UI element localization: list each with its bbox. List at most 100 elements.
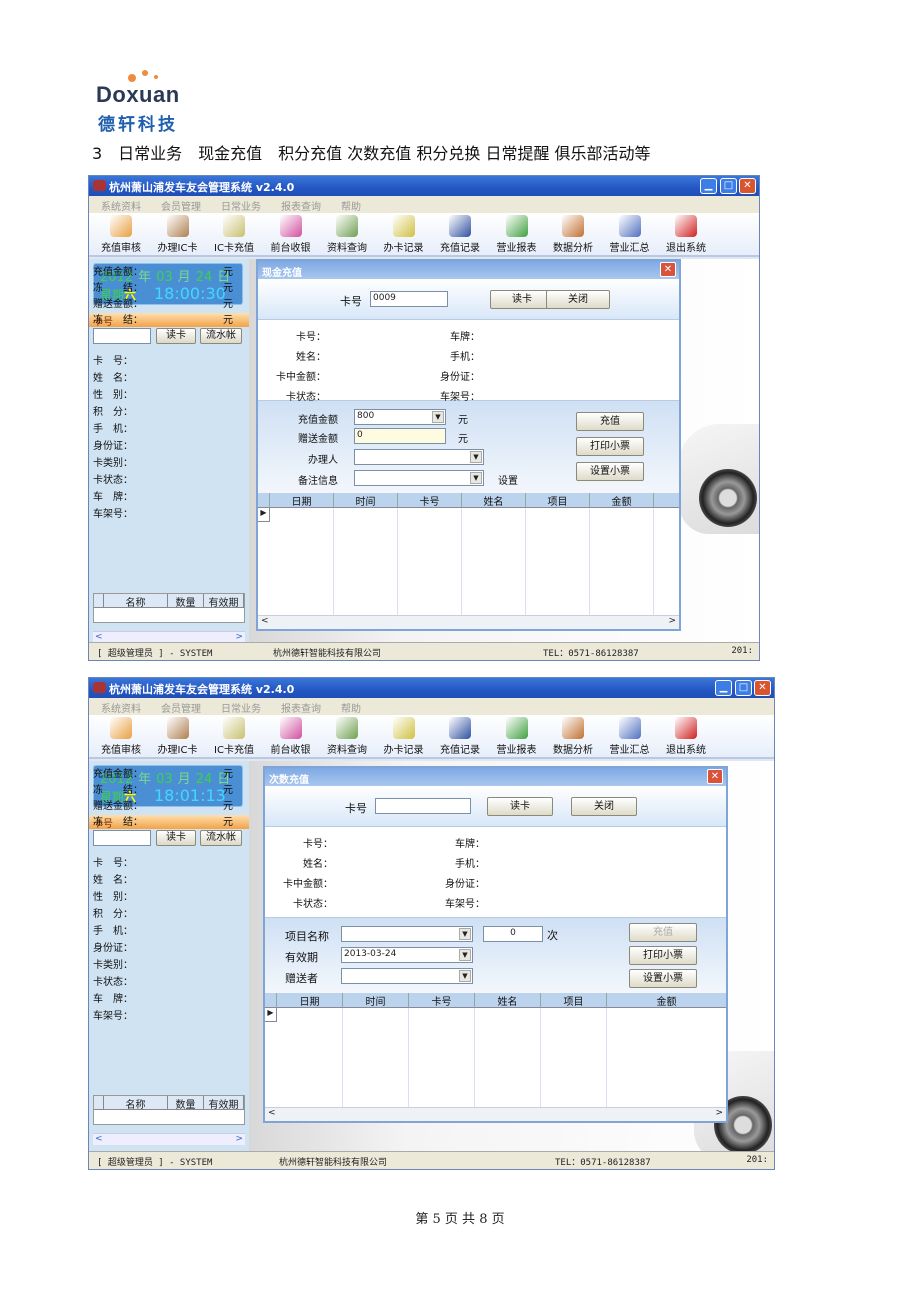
menu-item[interactable]: 日常业务 [221, 202, 261, 213]
grid-column-header[interactable]: 名称 [104, 1096, 168, 1111]
toolbar-button[interactable]: 办理IC卡 [150, 717, 206, 756]
menu-item[interactable]: 报表查询 [281, 704, 321, 715]
toolbar-button[interactable]: 营业报表 [489, 215, 545, 254]
grid-column-header[interactable]: 时间 [343, 993, 409, 1008]
toolbar-button[interactable]: 充值记录 [432, 215, 488, 254]
dialog-close-button[interactable]: ✕ [660, 262, 676, 277]
menu-item[interactable]: 帮助 [341, 704, 361, 715]
card-input[interactable]: 0009 [370, 291, 448, 307]
close-button[interactable]: ✕ [739, 178, 756, 194]
toolbar-button[interactable]: 营业汇总 [602, 215, 658, 254]
minimize-button[interactable]: ▁ [700, 178, 717, 194]
grid-column-header[interactable]: 数量 [168, 1096, 204, 1111]
maximize-button[interactable]: □ [720, 178, 737, 194]
grid-horizontal-scrollbar[interactable]: < > [265, 1107, 726, 1121]
dropdown-arrow-icon[interactable]: ▼ [432, 411, 444, 423]
card-number-input[interactable] [93, 328, 151, 344]
grid-column-header[interactable]: 日期 [270, 493, 334, 508]
scroll-right-arrow[interactable]: > [235, 1134, 243, 1144]
maximize-button[interactable]: □ [735, 680, 752, 696]
setup-receipt-button[interactable]: 设置小票 [576, 462, 644, 481]
toolbar-button[interactable]: 营业报表 [489, 717, 545, 756]
dropdown-arrow-icon[interactable]: ▼ [459, 949, 471, 961]
grid-column-header[interactable]: 项目 [526, 493, 590, 508]
toolbar-button[interactable]: 退出系统 [658, 717, 714, 756]
menu-item[interactable]: 会员管理 [161, 202, 201, 213]
dropdown-arrow-icon[interactable]: ▼ [459, 970, 471, 982]
toolbar-button[interactable]: 营业汇总 [602, 717, 658, 756]
dialog-close-button[interactable]: ✕ [707, 769, 723, 784]
toolbar-button[interactable]: 充值记录 [432, 717, 488, 756]
giver-select[interactable]: ▼ [341, 968, 473, 984]
toolbar-button[interactable]: 充值审核 [93, 215, 149, 254]
dropdown-arrow-icon[interactable]: ▼ [470, 451, 482, 463]
menu-item[interactable]: 会员管理 [161, 704, 201, 715]
dropdown-arrow-icon[interactable]: ▼ [459, 928, 471, 940]
menu-item[interactable]: 帮助 [341, 202, 361, 213]
toolbar-button[interactable]: 办理IC卡 [150, 215, 206, 254]
grid-column-header[interactable]: 名称 [104, 594, 168, 609]
print-receipt-button[interactable]: 打印小票 [576, 437, 644, 456]
grid-column-header[interactable]: 日期 [277, 993, 343, 1008]
scroll-left-arrow[interactable]: < [261, 616, 269, 626]
card-number-input[interactable] [93, 830, 151, 846]
toolbar-button[interactable]: 资料查询 [319, 717, 375, 756]
scroll-right-arrow[interactable]: > [715, 1108, 723, 1118]
grid-horizontal-scrollbar[interactable]: < > [258, 615, 679, 629]
card-input[interactable] [375, 798, 471, 814]
scroll-right-arrow[interactable]: > [235, 632, 243, 642]
grid-column-header[interactable]: 有效期 [204, 1096, 244, 1111]
grid-column-header-partial[interactable] [654, 493, 679, 508]
grid-column-header[interactable]: 卡号 [398, 493, 462, 508]
scroll-right-arrow[interactable]: > [668, 616, 676, 626]
scroll-left-arrow[interactable]: < [95, 632, 103, 642]
grid-column-header[interactable]: 姓名 [462, 493, 526, 508]
print-receipt-button[interactable]: 打印小票 [629, 946, 697, 965]
minimize-button[interactable]: ▁ [715, 680, 732, 696]
grid-column-header[interactable]: 卡号 [409, 993, 475, 1008]
charge-button[interactable]: 充值 [576, 412, 644, 431]
scroll-left-arrow[interactable]: < [95, 1134, 103, 1144]
remark-setting-link[interactable]: 设置 [498, 472, 518, 487]
horizontal-scrollbar[interactable]: < > [93, 1133, 245, 1145]
charge-button[interactable]: 充值 [629, 923, 697, 942]
amount-select[interactable]: 800 ▼ [354, 409, 446, 425]
menu-item[interactable]: 系统资料 [101, 704, 141, 715]
toolbar-button[interactable]: 退出系统 [658, 215, 714, 254]
grid-column-header[interactable]: 项目 [541, 993, 607, 1008]
remark-select[interactable]: ▼ [354, 470, 484, 486]
toolbar-button[interactable]: IC卡充值 [206, 717, 262, 756]
item-select[interactable]: ▼ [341, 926, 473, 942]
dropdown-arrow-icon[interactable]: ▼ [470, 472, 482, 484]
grid-column-header[interactable]: 姓名 [475, 993, 541, 1008]
setup-receipt-button[interactable]: 设置小票 [629, 969, 697, 988]
grid-column-header[interactable]: 金额 [607, 993, 726, 1008]
expiry-select[interactable]: 2013-03-24 ▼ [341, 947, 473, 963]
menu-item[interactable]: 日常业务 [221, 704, 261, 715]
toolbar-button[interactable]: IC卡充值 [206, 215, 262, 254]
handler-select[interactable]: ▼ [354, 449, 484, 465]
read-card-button[interactable]: 读卡 [490, 290, 554, 309]
toolbar-button[interactable]: 办卡记录 [376, 717, 432, 756]
grid-column-header[interactable]: 金额 [590, 493, 654, 508]
close-dialog-button[interactable]: 关闭 [571, 797, 637, 816]
toolbar-button[interactable]: 数据分析 [545, 717, 601, 756]
menu-item[interactable]: 系统资料 [101, 202, 141, 213]
ledger-button[interactable]: 流水帐 [200, 830, 242, 846]
toolbar-button[interactable]: 资料查询 [319, 215, 375, 254]
toolbar-button[interactable]: 充值审核 [93, 717, 149, 756]
bonus-input[interactable]: 0 [354, 428, 446, 444]
toolbar-button[interactable]: 前台收银 [263, 717, 319, 756]
read-card-button[interactable]: 读卡 [487, 797, 553, 816]
scroll-left-arrow[interactable]: < [268, 1108, 276, 1118]
toolbar-button[interactable]: 数据分析 [545, 215, 601, 254]
read-card-button[interactable]: 读卡 [156, 328, 196, 344]
close-dialog-button[interactable]: 关闭 [546, 290, 610, 309]
menu-item[interactable]: 报表查询 [281, 202, 321, 213]
toolbar-button[interactable]: 办卡记录 [376, 215, 432, 254]
close-button[interactable]: ✕ [754, 680, 771, 696]
count-input[interactable]: 0 [483, 926, 543, 942]
grid-column-header[interactable]: 时间 [334, 493, 398, 508]
read-card-button[interactable]: 读卡 [156, 830, 196, 846]
toolbar-button[interactable]: 前台收银 [263, 215, 319, 254]
